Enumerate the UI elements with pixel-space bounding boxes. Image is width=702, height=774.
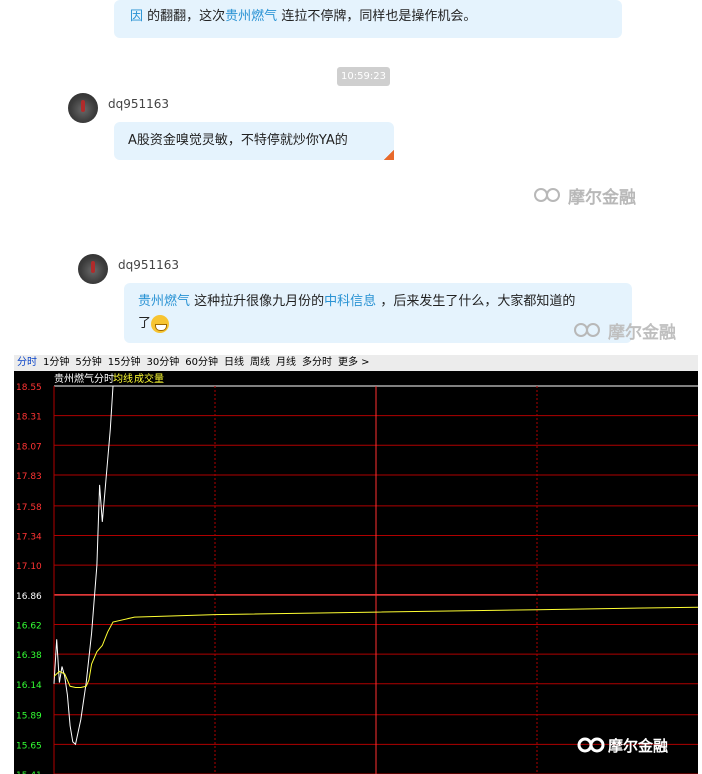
watermark: 摩尔金融 bbox=[534, 183, 636, 208]
message-text: 连拉不停牌，同样也是操作机会。 bbox=[281, 9, 477, 24]
avatar[interactable] bbox=[78, 254, 108, 284]
chart-period-tabs: 分时 1分钟 5分钟 15分钟 30分钟 60分钟 日线 周线 月线 多分时 更多 > bbox=[14, 355, 698, 371]
watermark-text: 摩尔金融 bbox=[568, 188, 636, 208]
y-tick-label: 18.31 bbox=[16, 413, 42, 423]
stock-link-guizhou[interactable]: 贵州燃气 bbox=[225, 9, 277, 24]
y-tick-label: 16.14 bbox=[16, 681, 42, 691]
y-tick-label: 17.10 bbox=[16, 562, 42, 572]
y-tick-label: 15.65 bbox=[16, 741, 42, 751]
y-tick-label: 17.83 bbox=[16, 472, 42, 482]
chart-stock-name: 贵州燃气 bbox=[54, 372, 94, 385]
watermark-text: 摩尔金融 bbox=[608, 323, 676, 343]
chart-tab[interactable]: 5分钟 bbox=[75, 355, 101, 371]
chart-tab[interactable]: 30分钟 bbox=[146, 355, 179, 371]
y-tick-label: 18.07 bbox=[16, 442, 42, 452]
username[interactable]: dq951163 bbox=[118, 258, 179, 272]
stock-link-guizhou[interactable]: 贵州燃气 bbox=[138, 294, 190, 309]
message-text: 了 bbox=[138, 316, 152, 331]
chart-tab[interactable]: 日线 bbox=[224, 355, 244, 371]
chart-tab[interactable]: 月线 bbox=[276, 355, 296, 371]
avatar[interactable] bbox=[68, 93, 98, 123]
stock-link[interactable]: 因 bbox=[130, 9, 143, 24]
moer-logo-icon bbox=[577, 737, 605, 753]
y-tick-label: 18.55 bbox=[16, 383, 42, 393]
chart-tab[interactable]: 15分钟 bbox=[108, 355, 141, 371]
chart-mode-label: 分时 bbox=[94, 373, 114, 385]
grin-emoji-icon bbox=[151, 314, 170, 333]
message-text: 的翻翻，这次 bbox=[147, 9, 226, 24]
chart-tab[interactable]: 周线 bbox=[250, 355, 270, 371]
chart-tab[interactable]: 60分钟 bbox=[185, 355, 218, 371]
y-tick-label: 17.34 bbox=[16, 533, 42, 543]
chart-tab[interactable]: 分时 bbox=[17, 355, 37, 371]
intraday-chart[interactable]: 分时 1分钟 5分钟 15分钟 30分钟 60分钟 日线 周线 月线 多分时 更多 > 贵州燃气 分时… bbox=[14, 355, 698, 774]
message-text: 这种拉升很像九月份的 bbox=[194, 294, 325, 309]
chart-tab[interactable]: 多分时 bbox=[302, 355, 332, 371]
message-bubble: A股资金嗅觉灵敏，不特停就炒你YA的 bbox=[114, 122, 394, 160]
report-icon[interactable] bbox=[384, 150, 394, 160]
chart-ma-label: 均线 bbox=[113, 372, 133, 385]
timestamp: 10:59:23 bbox=[337, 67, 390, 86]
chart-logo-text: 摩尔金融 bbox=[608, 737, 668, 755]
y-tick-label: 16.86 bbox=[16, 592, 42, 602]
y-tick-label: 17.58 bbox=[16, 503, 42, 513]
chart-volume-label: 成交量 bbox=[134, 372, 164, 385]
y-tick-label: 16.38 bbox=[16, 651, 42, 661]
message-bubble: 贵州燃气 这种拉升很像九月份的中科信息 ，后来发生了什么，大家都知道的 了 bbox=[124, 283, 632, 343]
message-text: A股资金嗅觉灵敏，不特停就炒你YA的 bbox=[128, 133, 348, 148]
chart-tab[interactable]: 更多 > bbox=[338, 355, 370, 371]
chart-tab[interactable]: 1分钟 bbox=[43, 355, 69, 371]
y-tick-label: 15.89 bbox=[16, 712, 42, 722]
message-bubble-top: 因 的翻翻，这次贵州燃气 连拉不停牌，同样也是操作机会。 bbox=[114, 0, 622, 38]
watermark: 摩尔金融 bbox=[574, 318, 676, 343]
username[interactable]: dq951163 bbox=[108, 97, 169, 111]
moer-logo-icon bbox=[534, 187, 564, 205]
chart-canvas[interactable]: 贵州燃气 分时 均线 成交量 18.55 18.31 18.07 17.83 17.58 17.3… bbox=[14, 371, 698, 774]
y-tick-label: 16.62 bbox=[16, 621, 42, 631]
message-text: ，后来发生了什么，大家都知道的 bbox=[380, 294, 576, 309]
moer-logo-icon bbox=[574, 322, 604, 340]
stock-link-zhongke[interactable]: 中科信息 bbox=[324, 294, 376, 309]
